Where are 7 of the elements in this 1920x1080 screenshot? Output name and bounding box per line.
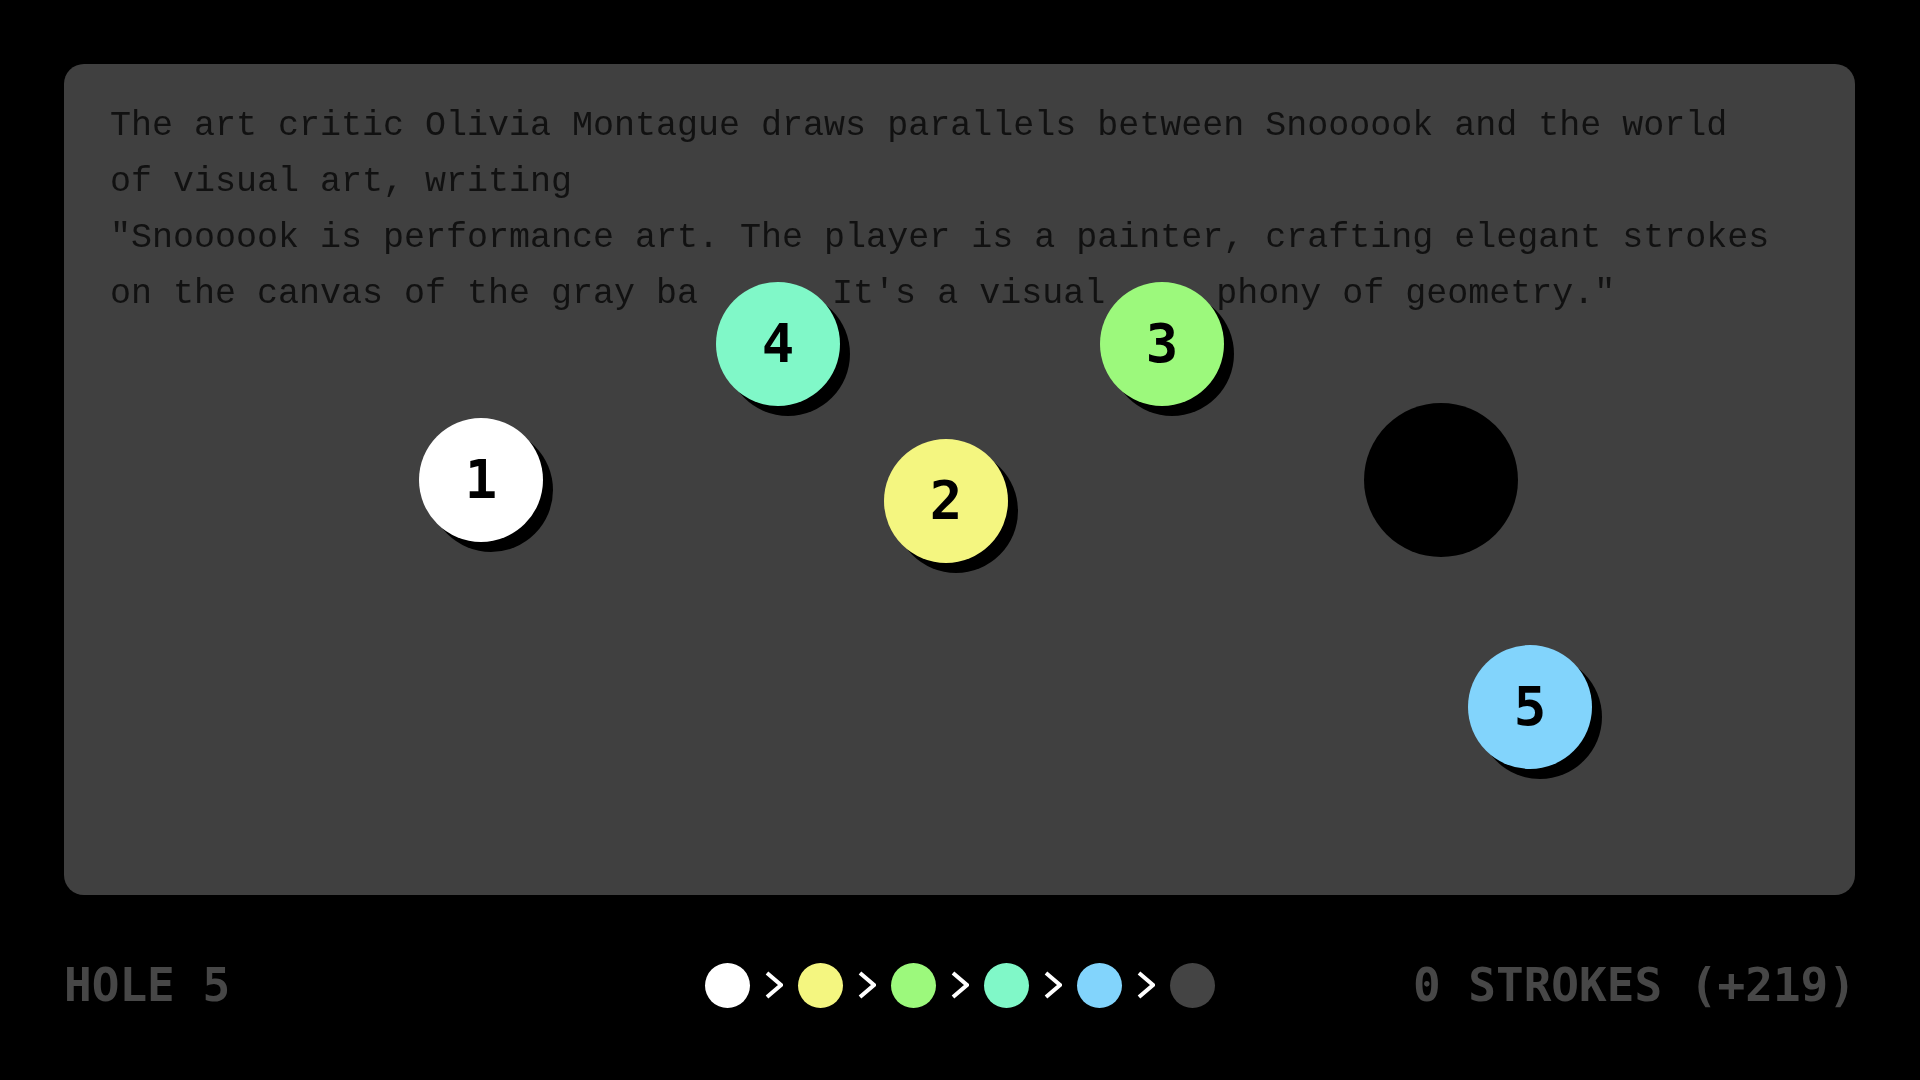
chevron-right-icon (1044, 971, 1062, 999)
chevron-right-icon (1137, 971, 1155, 999)
chevron-right-icon (951, 971, 969, 999)
hole-label: HOLE 5 (64, 962, 231, 1008)
chevron-right-icon (858, 971, 876, 999)
chevron-right-icon (765, 971, 783, 999)
strokes-count: 0 STROKES (+219) (1412, 962, 1856, 1008)
